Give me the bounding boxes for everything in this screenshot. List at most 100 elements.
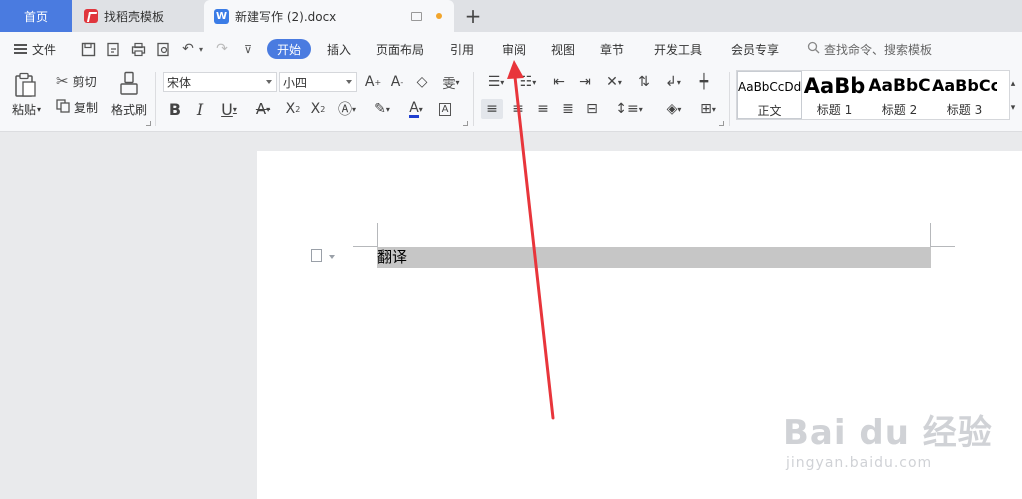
align-center-icon[interactable]: ≡ <box>508 99 528 119</box>
decrease-indent-icon[interactable]: ⇤ <box>550 72 568 92</box>
undo-icon[interactable]: ↶ <box>180 41 196 57</box>
style-sample: AaBbC <box>868 76 931 96</box>
chevron-down-icon <box>266 80 272 84</box>
paragraph-dialog-launcher[interactable] <box>719 121 724 126</box>
format-painter-button[interactable]: 格式刷 <box>111 101 147 118</box>
menu-bar: 文件 ↶ ▾ ↷ ⊽ 开始 插入 页面布局 引用 审阅 视图 章节 开发工具 会… <box>0 32 1022 66</box>
ribbon: 粘贴 ▾ ✂ 剪切 复制 格式刷 宋体 小四 A + A- ◇ 雯 ▾ B I U ▾… <box>0 66 1022 132</box>
crop-mark <box>377 223 378 247</box>
writer-app-icon: W <box>214 8 229 24</box>
style-normal[interactable]: AaBbCcDd 正文 <box>737 71 802 119</box>
tab-template[interactable]: 找稻壳模板 <box>72 0 202 32</box>
bold-icon[interactable]: B <box>167 99 183 119</box>
command-search-placeholder: 查找命令、搜索模板 <box>824 42 933 57</box>
tab-developer[interactable]: 开发工具 <box>654 32 702 66</box>
style-sample: AaBb <box>803 74 866 98</box>
highlight-icon[interactable]: ✎ ▾ <box>368 99 396 119</box>
separator <box>155 72 156 126</box>
tab-ruler-icon[interactable]: ┿ <box>694 72 714 92</box>
style-heading-1[interactable]: AaBb 标题 1 <box>802 71 867 119</box>
cut-label: 剪切 <box>72 74 97 89</box>
tab-review[interactable]: 审阅 <box>502 32 526 66</box>
tab-references[interactable]: 引用 <box>450 32 474 66</box>
font-size-select[interactable]: 小四 <box>279 72 357 92</box>
docer-logo-icon <box>84 9 98 23</box>
italic-icon[interactable]: I <box>192 99 208 119</box>
style-heading-2[interactable]: AaBbC 标题 2 <box>867 71 932 119</box>
tab-view[interactable]: 视图 <box>551 32 575 66</box>
window-mode-icon[interactable] <box>411 11 422 21</box>
copy-button[interactable]: 复制 <box>56 99 98 116</box>
grow-font-icon[interactable]: A + <box>364 72 382 92</box>
cut-button[interactable]: ✂ 剪切 <box>56 72 97 90</box>
tab-bar: 首页 找稻壳模板 W 新建写作 (2).docx + <box>0 0 1022 32</box>
new-tab-button[interactable]: + <box>462 0 484 32</box>
tab-insert[interactable]: 插入 <box>327 32 351 66</box>
paste-icon[interactable] <box>14 72 44 98</box>
paragraph-handle-icon[interactable] <box>311 249 322 262</box>
clear-format-icon[interactable]: ◇ <box>413 72 431 92</box>
bullet-list-icon[interactable]: ☰ ▾ <box>483 72 509 92</box>
shrink-font-icon[interactable]: A- <box>388 72 406 92</box>
styles-scroll-up-icon[interactable]: ▴ <box>1008 74 1018 94</box>
styles-scroll-down-icon[interactable]: ▾ <box>1008 98 1018 118</box>
line-spacing-icon[interactable]: ↕≡ ▾ <box>614 99 644 119</box>
crop-mark <box>353 246 377 247</box>
save-icon[interactable] <box>80 41 96 57</box>
char-border-icon[interactable]: A <box>437 99 453 119</box>
unsaved-dot-icon <box>436 13 442 19</box>
tab-home-label: 首页 <box>23 9 48 24</box>
paste-dropdown-icon: ▾ <box>37 105 42 114</box>
text-effect-icon[interactable]: Ⓐ ▾ <box>334 99 360 119</box>
format-painter-icon[interactable] <box>119 71 139 97</box>
tab-home[interactable]: 首页 <box>0 0 72 32</box>
distributed-icon[interactable]: ⊟ <box>582 99 602 119</box>
tab-page-layout[interactable]: 页面布局 <box>376 32 424 66</box>
show-marks-icon[interactable]: ↲ ▾ <box>660 72 686 92</box>
superscript-icon[interactable]: X2 <box>284 99 302 119</box>
strikethrough-icon[interactable]: A ▾ <box>250 99 276 119</box>
search-icon <box>807 41 820 57</box>
separator <box>729 72 730 126</box>
pinyin-guide-icon[interactable]: 雯 ▾ <box>438 72 464 92</box>
command-search[interactable]: 查找命令、搜索模板 <box>807 32 932 66</box>
tab-start[interactable]: 开始 <box>267 39 311 59</box>
crop-mark <box>930 223 931 247</box>
sort-icon[interactable]: ⇅ <box>634 72 654 92</box>
align-left-icon[interactable]: ≡ <box>481 99 503 119</box>
tab-member[interactable]: 会员专享 <box>731 32 779 66</box>
increase-indent-icon[interactable]: ⇥ <box>576 72 594 92</box>
redo-icon[interactable]: ↷ <box>214 41 230 57</box>
numbered-list-icon[interactable]: ☷ ▾ <box>515 72 541 92</box>
font-dialog-launcher[interactable] <box>463 121 468 126</box>
paste-label: 粘贴 <box>12 103 37 117</box>
paste-button[interactable]: 粘贴 ▾ <box>12 101 41 118</box>
font-color-icon[interactable]: A ▾ <box>402 99 430 119</box>
watermark-logo: Bai du 经验 <box>783 413 993 453</box>
clipboard-dialog-launcher[interactable] <box>146 121 151 126</box>
style-sample: AaBbCc <box>932 76 997 95</box>
shading-icon[interactable]: ◈ ▾ <box>660 99 688 119</box>
document-text[interactable]: 翻译 <box>377 247 407 268</box>
underline-icon[interactable]: U ▾ <box>216 99 242 119</box>
paragraph-handle-dropdown-icon[interactable] <box>329 255 335 259</box>
customize-toolbar-icon[interactable]: ⊽ <box>240 41 256 57</box>
justify-icon[interactable]: ≣ <box>558 99 578 119</box>
tab-document-label: 新建写作 (2).docx <box>235 9 337 24</box>
align-right-icon[interactable]: ≡ <box>533 99 553 119</box>
borders-icon[interactable]: ⊞ ▾ <box>694 99 722 119</box>
print-preview-icon[interactable] <box>155 41 171 57</box>
export-pdf-icon[interactable] <box>105 41 121 57</box>
styles-gallery: AaBbCcDd 正文 AaBb 标题 1 AaBbC 标题 2 AaBbCc … <box>736 70 1010 120</box>
tab-template-label: 找稻壳模板 <box>104 9 165 24</box>
subscript-icon[interactable]: X2 <box>309 99 327 119</box>
undo-dropdown-icon[interactable]: ▾ <box>197 41 205 57</box>
font-name-select[interactable]: 宋体 <box>163 72 277 92</box>
hamburger-icon <box>14 44 27 54</box>
chinese-layout-icon[interactable]: ✕ ▾ <box>600 72 628 92</box>
style-heading-3[interactable]: AaBbCc 标题 3 <box>932 71 997 119</box>
tab-chapter[interactable]: 章节 <box>600 32 624 66</box>
tab-document[interactable]: W 新建写作 (2).docx <box>204 0 454 32</box>
print-icon[interactable] <box>130 41 146 57</box>
file-menu[interactable]: 文件 <box>14 32 56 66</box>
